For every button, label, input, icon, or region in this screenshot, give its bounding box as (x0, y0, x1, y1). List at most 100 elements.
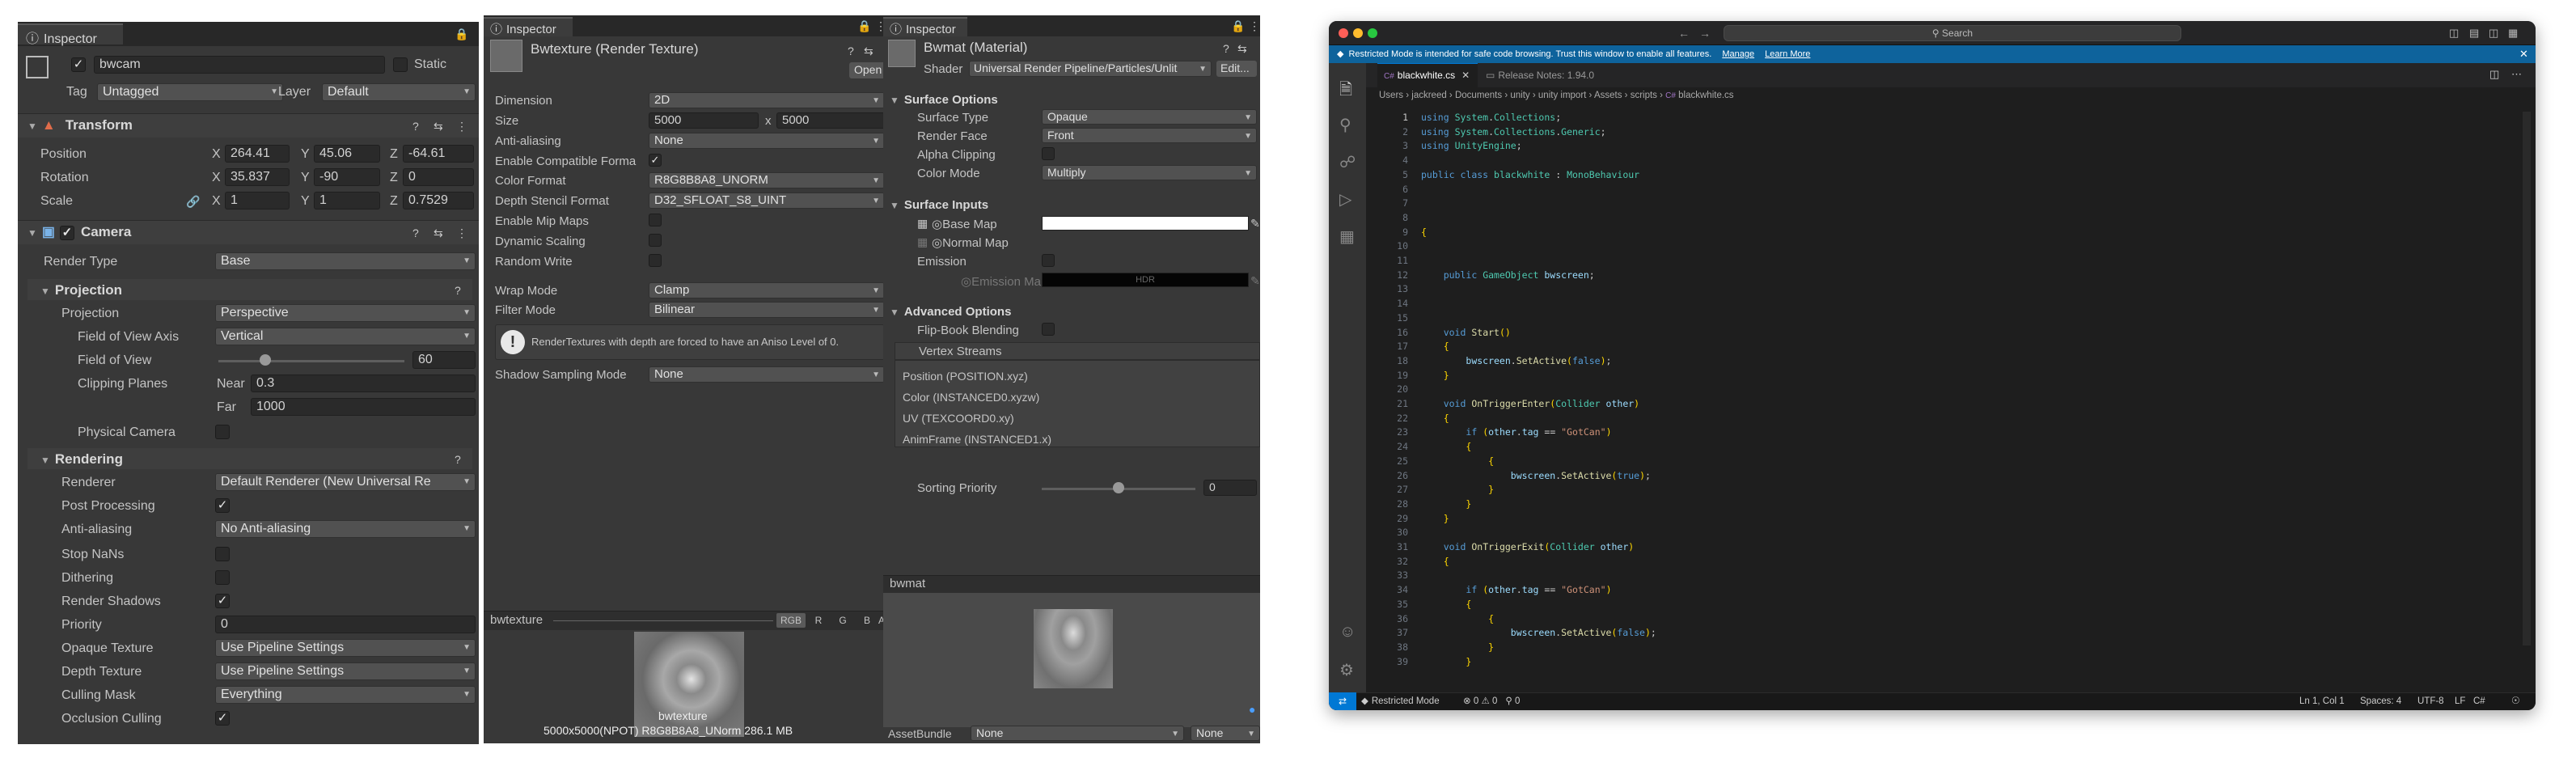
renderer-dropdown[interactable]: Default Renderer (New Universal Re (215, 473, 476, 491)
tab-inspector[interactable]: ⓘ Inspector (18, 23, 123, 46)
channel-g-button[interactable]: G (833, 613, 852, 628)
shader-dropdown[interactable]: Universal Render Pipeline/Particles/Unli… (969, 61, 1212, 77)
help-icon[interactable]: ? (412, 120, 419, 133)
back-arrow-icon[interactable]: ← (1678, 27, 1690, 40)
fov-axis-dropdown[interactable]: Vertical (215, 328, 476, 345)
surface-inputs-title[interactable]: ▼ Surface Inputs (890, 198, 988, 212)
preset-icon[interactable]: ⇆ (864, 44, 873, 58)
channel-rgb-button[interactable]: RGB (776, 613, 806, 628)
anti-aliasing-dropdown[interactable]: None (649, 133, 885, 149)
close-window-button[interactable] (1339, 28, 1348, 38)
tab-inspector[interactable]: ⓘ Inspector (484, 17, 573, 36)
language-status[interactable]: C# (2473, 692, 2485, 710)
mip-maps-checkbox[interactable] (649, 214, 662, 226)
scale-y-field[interactable]: 1 (314, 192, 380, 209)
indentation-status[interactable]: Spaces: 4 (2360, 692, 2401, 710)
render-shadows-checkbox[interactable]: ✓ (215, 594, 230, 608)
learn-more-link[interactable]: Learn More (1765, 49, 1810, 59)
camera-enabled-checkbox[interactable]: ✓ (59, 225, 74, 240)
depth-stencil-dropdown[interactable]: D32_SFLOAT_S8_UINT (649, 193, 885, 209)
lock-icon[interactable]: 🔒 (455, 28, 468, 41)
channel-r-button[interactable]: R (809, 613, 828, 628)
depth-texture-dropdown[interactable]: Use Pipeline Settings (215, 662, 476, 680)
run-debug-icon[interactable]: ▷ (1339, 189, 1351, 209)
opaque-texture-dropdown[interactable]: Use Pipeline Settings (215, 639, 476, 657)
compatible-format-checkbox[interactable]: ✓ (649, 154, 662, 167)
more-icon[interactable]: ⋮ (456, 120, 467, 133)
lock-icon[interactable]: 🔒 (1231, 19, 1245, 33)
breadcrumb-item[interactable]: Documents (1455, 91, 1502, 100)
scale-x-field[interactable]: 1 (225, 192, 290, 209)
stop-nans-checkbox[interactable] (215, 547, 230, 561)
toggle-sidebar-icon[interactable]: ◫ (2449, 27, 2459, 40)
source-control-icon[interactable]: ☍ (1339, 152, 1356, 172)
random-write-checkbox[interactable] (649, 254, 662, 267)
near-field[interactable]: 0.3 (251, 375, 476, 392)
command-center-search[interactable]: ⚲ Search (1724, 25, 2181, 41)
edit-shader-button[interactable]: Edit... (1216, 61, 1257, 77)
tag-dropdown[interactable]: Untagged (97, 83, 283, 101)
help-icon[interactable]: ? (412, 226, 419, 239)
maximize-window-button[interactable] (1368, 28, 1377, 38)
close-tab-icon[interactable]: ✕ (1461, 70, 1470, 81)
scale-z-field[interactable]: 0.7529 (403, 192, 474, 209)
scrollbar[interactable] (2523, 112, 2531, 645)
surface-options-title[interactable]: ▼ Surface Options (890, 93, 998, 107)
breadcrumb-item[interactable]: scripts (1631, 91, 1657, 100)
eyedropper-icon[interactable]: ✎ (1250, 274, 1260, 288)
fov-field[interactable]: 60 (412, 351, 476, 369)
breadcrumb-item[interactable]: blackwhite.cs (1678, 91, 1733, 100)
tab-blackwhite[interactable]: C# blackwhite.cs ✕ (1377, 63, 1478, 87)
color-mode-dropdown[interactable]: Multiply (1042, 165, 1257, 180)
surface-type-dropdown[interactable]: Opaque (1042, 109, 1257, 125)
texture-slot-icon[interactable]: ▦ (917, 217, 928, 231)
remote-indicator[interactable]: ⇄ (1329, 692, 1356, 710)
help-icon[interactable]: ? (1223, 42, 1229, 55)
post-processing-checkbox[interactable]: ✓ (215, 498, 230, 513)
object-name-field[interactable]: bwcam (94, 56, 385, 74)
account-icon[interactable]: ☺ (1339, 623, 1356, 641)
explorer-icon[interactable]: 🗎 (1339, 78, 1352, 105)
tab-release-notes[interactable]: ▭ Release Notes: 1.94.0 (1478, 63, 1599, 87)
help-icon[interactable]: ? (848, 44, 854, 57)
layer-dropdown[interactable]: Default (322, 83, 476, 101)
problems-status[interactable]: ⊗ 0 ⚠ 0 ⚲ 0 (1463, 692, 1520, 710)
anti-aliasing-dropdown[interactable]: No Anti-aliasing (215, 520, 476, 538)
breadcrumb-item[interactable]: jackreed (1411, 91, 1446, 100)
toggle-secondary-sidebar-icon[interactable]: ◫ (2489, 27, 2498, 40)
restricted-mode-status[interactable]: ◆ Restricted Mode (1361, 692, 1440, 710)
emission-checkbox[interactable] (1042, 254, 1055, 267)
breadcrumb-item[interactable]: Assets (1594, 91, 1622, 100)
preset-icon[interactable]: ⇆ (434, 120, 443, 133)
cursor-position[interactable]: Ln 1, Col 1 (2299, 692, 2345, 710)
rotation-y-field[interactable]: -90 (314, 168, 380, 186)
priority-field[interactable]: 0 (215, 616, 476, 633)
wrap-mode-dropdown[interactable]: Clamp (649, 282, 885, 298)
preset-icon[interactable]: ⇆ (1237, 42, 1247, 56)
search-icon[interactable]: ⚲ (1339, 115, 1351, 135)
dynamic-scaling-checkbox[interactable] (649, 234, 662, 247)
active-checkbox[interactable]: ✓ (71, 57, 86, 72)
texture-slot-icon[interactable]: ▦ (917, 235, 928, 249)
position-x-field[interactable]: 264.41 (225, 145, 290, 163)
link-icon[interactable]: 🔗 (186, 195, 200, 209)
size-width-field[interactable]: 5000 (649, 112, 759, 129)
size-height-field[interactable]: 5000 (776, 112, 885, 129)
manage-link[interactable]: Manage (1722, 49, 1754, 59)
sorting-priority-field[interactable]: 0 (1203, 480, 1257, 496)
filter-mode-dropdown[interactable]: Bilinear (649, 302, 885, 318)
breadcrumb-item[interactable]: Users (1379, 91, 1403, 100)
culling-mask-dropdown[interactable]: Everything (215, 686, 476, 704)
lock-icon[interactable]: 🔒 (857, 19, 871, 33)
alpha-clipping-checkbox[interactable] (1042, 147, 1055, 160)
emission-color[interactable]: HDR (1042, 273, 1249, 287)
settings-gear-icon[interactable]: ⚙ (1339, 660, 1354, 680)
close-banner-icon[interactable]: ✕ (2519, 48, 2528, 61)
dimension-dropdown[interactable]: 2D (649, 92, 885, 108)
help-icon[interactable]: ? (455, 284, 461, 297)
preset-icon[interactable]: ⇆ (434, 226, 443, 240)
eyedropper-icon[interactable]: ✎ (1250, 217, 1260, 231)
far-field[interactable]: 1000 (251, 398, 476, 416)
asset-bundle-dropdown[interactable]: None (971, 726, 1184, 741)
channel-b-button[interactable]: B (857, 613, 877, 628)
